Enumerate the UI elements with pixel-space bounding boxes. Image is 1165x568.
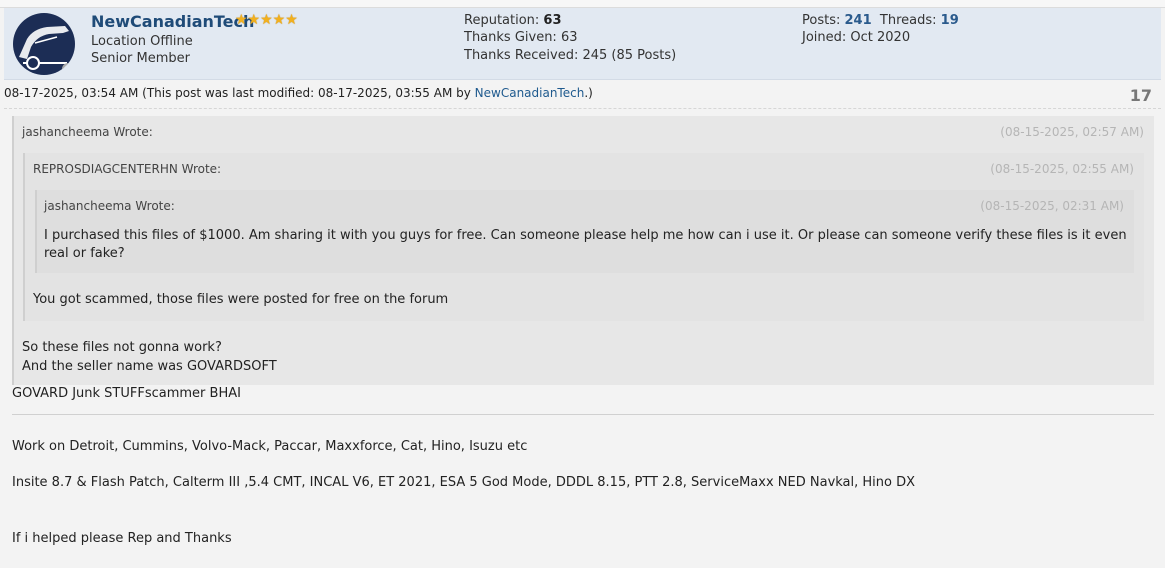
modified-by-link[interactable]: NewCanadianTech — [475, 86, 585, 100]
signature-line-3: If i helped please Rep and Thanks — [12, 531, 232, 546]
post-meta-suffix: .) — [584, 86, 593, 100]
quote-middle-date[interactable]: (08-15-2025, 02:55 AM) — [990, 162, 1134, 176]
signature-separator — [12, 414, 1154, 415]
threads-count[interactable]: 19 — [941, 13, 959, 28]
thanks-received[interactable]: Thanks Received: 245 (85 Posts) — [464, 48, 676, 63]
quote-outer-text-line2: And the seller name was GOVARDSOFT — [22, 359, 277, 374]
reputation-label: Reputation: — [464, 13, 544, 28]
quote-middle-author: REPROSDIAGCENTERHN Wrote: — [33, 162, 222, 176]
quote-outer-author: jashancheema Wrote: — [22, 125, 153, 139]
quote-outer-date[interactable]: (08-15-2025, 02:57 AM) — [1000, 125, 1144, 139]
posts-label: Posts: — [802, 13, 845, 28]
quote-outer-text-line1: So these files not gonna work? — [22, 340, 222, 355]
signature-line-1: Work on Detroit, Cummins, Volvo-Mack, Pa… — [12, 439, 528, 454]
joined-date: Joined: Oct 2020 — [802, 30, 911, 45]
divider — [4, 108, 1161, 109]
username-link[interactable]: NewCanadianTech — [91, 12, 254, 31]
post-date: 08-17-2025, 03:54 AM (This post was last… — [4, 86, 475, 100]
quote-inner-date[interactable]: (08-15-2025, 02:31 AM) — [980, 199, 1124, 213]
post-author-header: NewCanadianTech ★★★★★ Location Offline S… — [4, 8, 1161, 80]
posts-count[interactable]: 241 — [845, 13, 872, 28]
threads-label: Threads: — [879, 13, 941, 28]
user-avatar[interactable] — [13, 13, 75, 75]
quote-middle-text: You got scammed, those files were posted… — [33, 292, 449, 307]
location-status: Location Offline — [91, 34, 193, 49]
reputation[interactable]: Reputation: 63 — [464, 13, 562, 28]
thanks-given: Thanks Given: 63 — [464, 30, 578, 45]
post-thread-counts: Posts: 241 Threads: 19 — [802, 13, 959, 28]
post-number-link[interactable]: 17 — [1130, 86, 1152, 105]
rank-stars-icon: ★★★★★ — [235, 12, 298, 28]
post-meta: 08-17-2025, 03:54 AM (This post was last… — [4, 86, 593, 100]
quote-inner-author: jashancheema Wrote: — [44, 199, 175, 213]
page-top-border — [0, 0, 1165, 8]
reputation-value: 63 — [543, 13, 562, 28]
user-rank: Senior Member — [91, 51, 191, 66]
offline-status-icon — [62, 63, 74, 75]
post-reply-text: GOVARD Junk STUFFscammer BHAI — [12, 386, 241, 401]
quote-inner-text: I purchased this files of $1000. Am shar… — [44, 228, 1127, 261]
signature-line-2: Insite 8.7 & Flash Patch, Calterm III ,5… — [12, 475, 916, 490]
